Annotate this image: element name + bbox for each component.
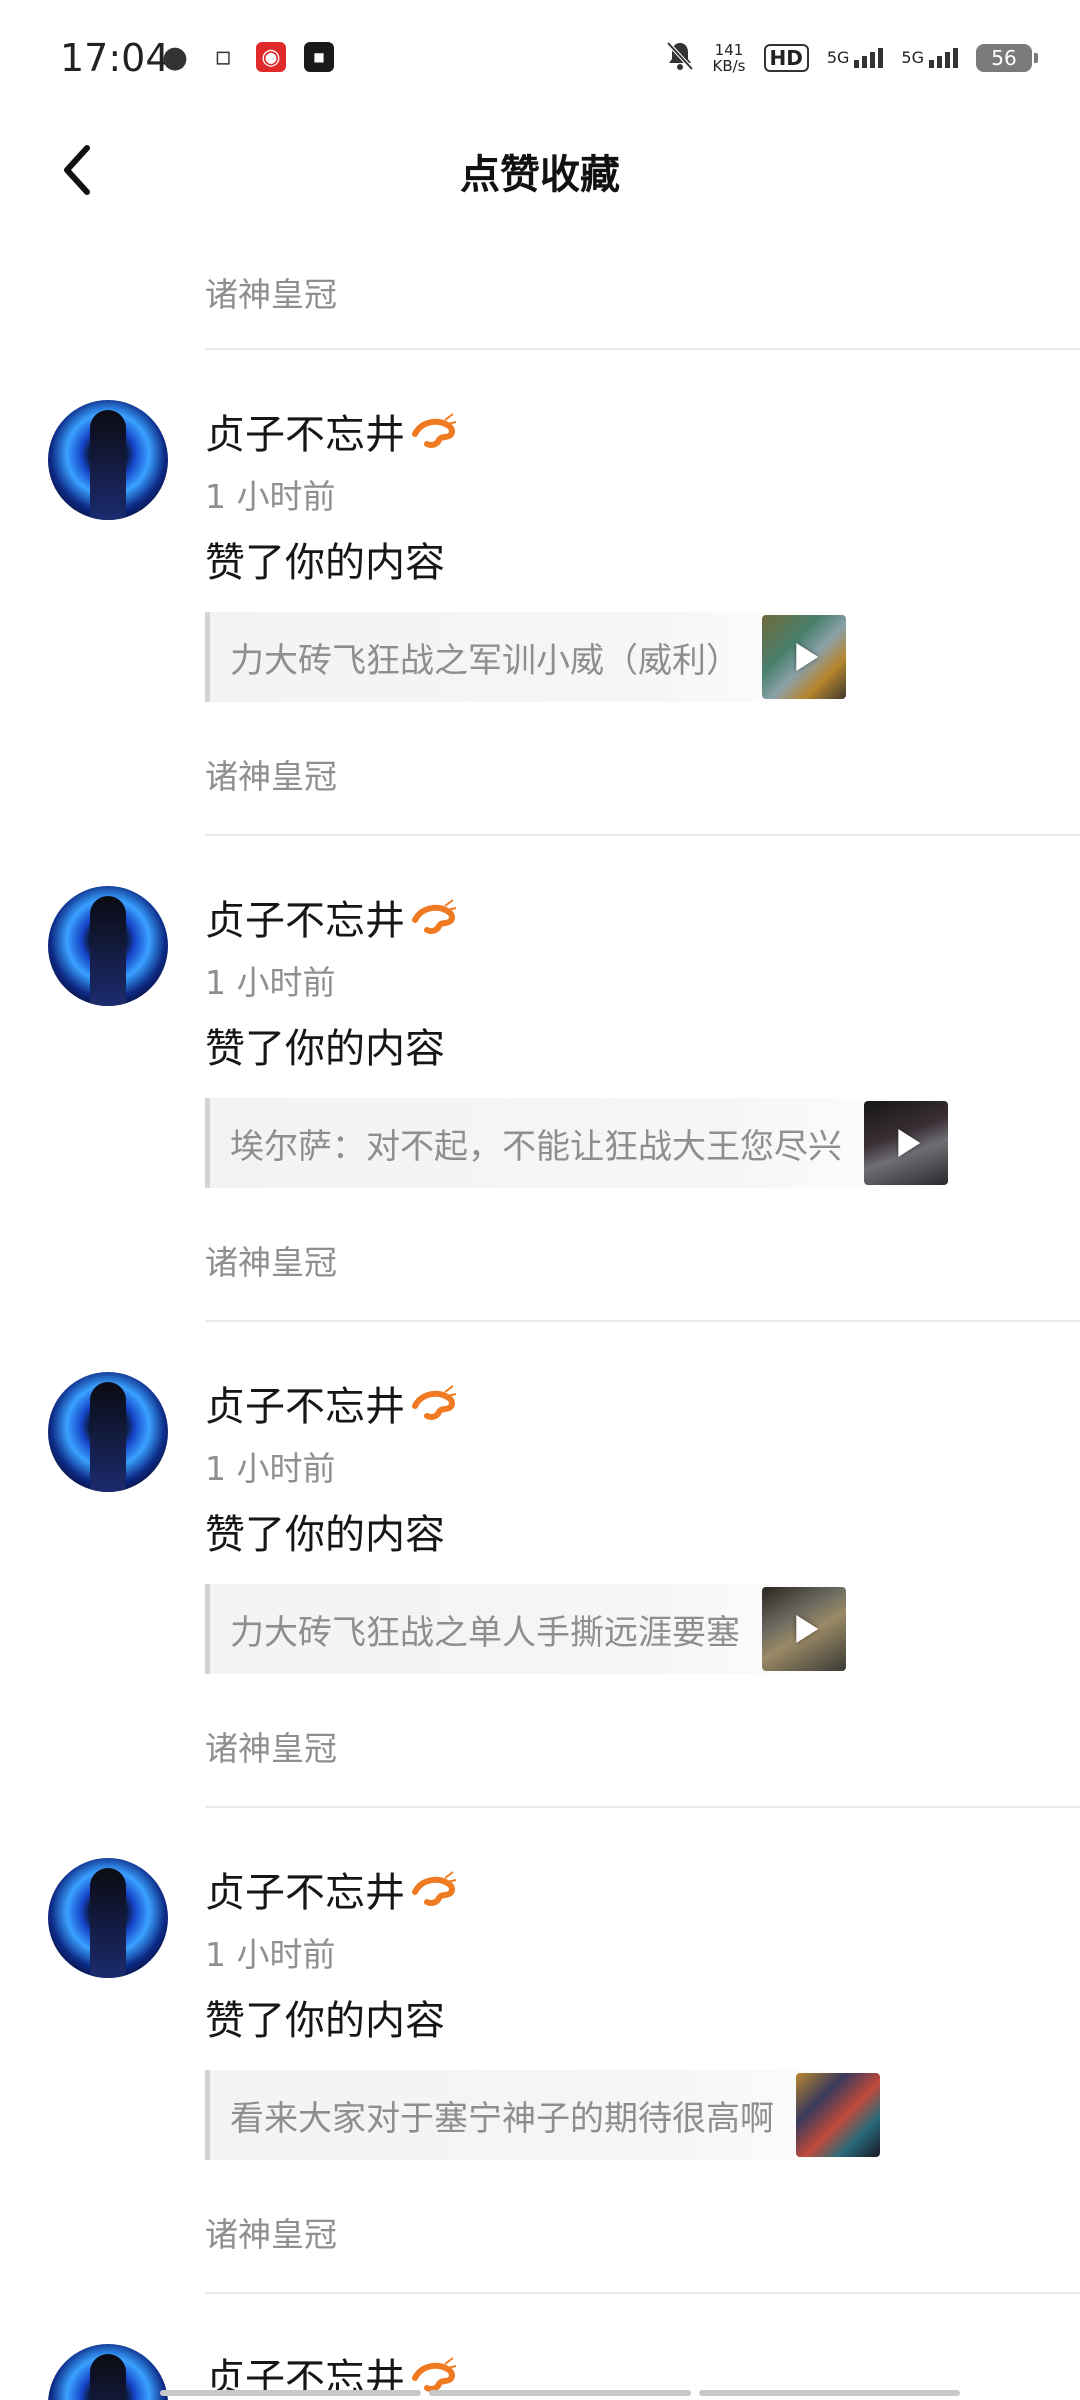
- list-item[interactable]: 贞子不忘井 1 小时前 赞了你的内容 看来大家对于塞宁神子的期待很高啊 诸神皇冠: [0, 1808, 1080, 2292]
- username[interactable]: 贞子不忘井: [205, 1374, 457, 1432]
- page-title: 点赞收藏: [460, 152, 620, 198]
- username-text: 贞子不忘井: [205, 898, 405, 944]
- quote-text: 力大砖飞狂战之单人手撕远涯要塞: [230, 1612, 740, 1653]
- quote-text: 埃尔萨：对不起，不能让狂战大王您尽兴: [230, 1126, 842, 1167]
- list-item[interactable]: 贞子不忘井 1 小时前 赞了你的内容 力大砖飞狂战之军训小威（威利） 诸神皇冠: [0, 350, 1080, 834]
- username[interactable]: 贞子不忘井: [205, 888, 457, 946]
- video-thumbnail[interactable]: [864, 1101, 948, 1185]
- username-text: 贞子不忘井: [205, 412, 405, 458]
- username[interactable]: 贞子不忘井: [205, 402, 457, 460]
- shrimp-badge-icon: [412, 2357, 457, 2392]
- net-speed-value: 141: [714, 41, 744, 59]
- shrimp-badge-icon: [412, 413, 457, 448]
- video-thumbnail[interactable]: [762, 615, 846, 699]
- timestamp: 1 小时前: [205, 963, 336, 1002]
- quote-text: 看来大家对于塞宁神子的期待很高啊: [230, 2098, 774, 2139]
- scroll-hint: [160, 2390, 960, 2396]
- video-thumbnail[interactable]: [762, 1587, 846, 1671]
- shrimp-badge-icon: [412, 899, 457, 934]
- netease-music-icon: ◉: [256, 42, 286, 72]
- item-source[interactable]: 诸神皇冠: [205, 2208, 337, 2256]
- play-icon: [796, 643, 819, 671]
- item-source[interactable]: 诸神皇冠: [205, 750, 337, 798]
- status-bar: 17:04 ● ▫ ◉ ■ 141 KB/s HD 5G 5G 56: [0, 0, 1080, 120]
- action-text: 赞了你的内容: [205, 1998, 445, 2044]
- mute-bell-icon: [665, 40, 695, 76]
- username[interactable]: 贞子不忘井: [205, 1860, 457, 1918]
- status-right: 141 KB/s HD 5G 5G 56: [665, 40, 1038, 76]
- quote-text: 力大砖飞狂战之军训小威（威利）: [230, 640, 740, 681]
- avatar[interactable]: [48, 1858, 168, 1978]
- item-source[interactable]: 诸神皇冠: [205, 1236, 337, 1284]
- play-icon: [898, 1129, 921, 1157]
- shrimp-badge-icon: [412, 1385, 457, 1420]
- list-item[interactable]: 贞子不忘井 1 小时前 赞了你的内容 力大砖飞狂战之单人手撕远涯要塞 诸神皇冠: [0, 1322, 1080, 1806]
- list-item[interactable]: 贞子不忘井 1 小时前 赞了你的内容 埃尔萨：对不起，不能让狂战大王您尽兴 诸神…: [0, 836, 1080, 1320]
- action-text: 赞了你的内容: [205, 1512, 445, 1558]
- content-quote[interactable]: 力大砖飞狂战之军训小威（威利）: [205, 612, 846, 702]
- item-source[interactable]: 诸神皇冠: [205, 268, 337, 316]
- status-time: 17:04: [60, 36, 170, 80]
- image-thumbnail[interactable]: [796, 2073, 880, 2157]
- bilibili-icon: ▫: [214, 42, 232, 72]
- timestamp: 1 小时前: [205, 1449, 336, 1488]
- username-text: 贞子不忘井: [205, 1384, 405, 1430]
- content-quote[interactable]: 埃尔萨：对不起，不能让狂战大王您尽兴: [205, 1098, 948, 1188]
- shrimp-badge-icon: [412, 1871, 457, 1906]
- action-text: 赞了你的内容: [205, 540, 445, 586]
- sim2-label: 5G: [901, 48, 924, 67]
- content-quote[interactable]: 看来大家对于塞宁神子的期待很高啊: [205, 2070, 880, 2160]
- notification-icons: ● ▫ ◉ ■: [160, 39, 334, 75]
- sim1-label: 5G: [826, 48, 850, 67]
- item-source[interactable]: 诸神皇冠: [205, 1722, 337, 1770]
- list-item[interactable]: 贞子不忘井: [0, 2294, 1080, 2400]
- avatar[interactable]: [48, 400, 168, 520]
- avatar[interactable]: [48, 1372, 168, 1492]
- soul-icon: ■: [304, 42, 334, 72]
- username-text: 贞子不忘井: [205, 1870, 405, 1916]
- avatar[interactable]: [48, 886, 168, 1006]
- timestamp: 1 小时前: [205, 1935, 336, 1974]
- net-speed-unit: KB/s: [712, 57, 746, 75]
- app-header: 点赞收藏: [0, 120, 1080, 220]
- avatar[interactable]: [48, 2344, 168, 2400]
- battery-icon: 56: [976, 44, 1038, 72]
- signal-2-icon: 5G: [901, 48, 958, 68]
- action-text: 赞了你的内容: [205, 1026, 445, 1072]
- play-icon: [796, 1615, 819, 1643]
- net-speed: 141 KB/s: [713, 42, 746, 74]
- timestamp: 1 小时前: [205, 477, 336, 516]
- hd-badge: HD: [763, 44, 809, 72]
- signal-1-icon: 5G: [827, 48, 884, 68]
- content-quote[interactable]: 力大砖飞狂战之单人手撕远涯要塞: [205, 1584, 846, 1674]
- wechat-icon: ●: [161, 39, 189, 75]
